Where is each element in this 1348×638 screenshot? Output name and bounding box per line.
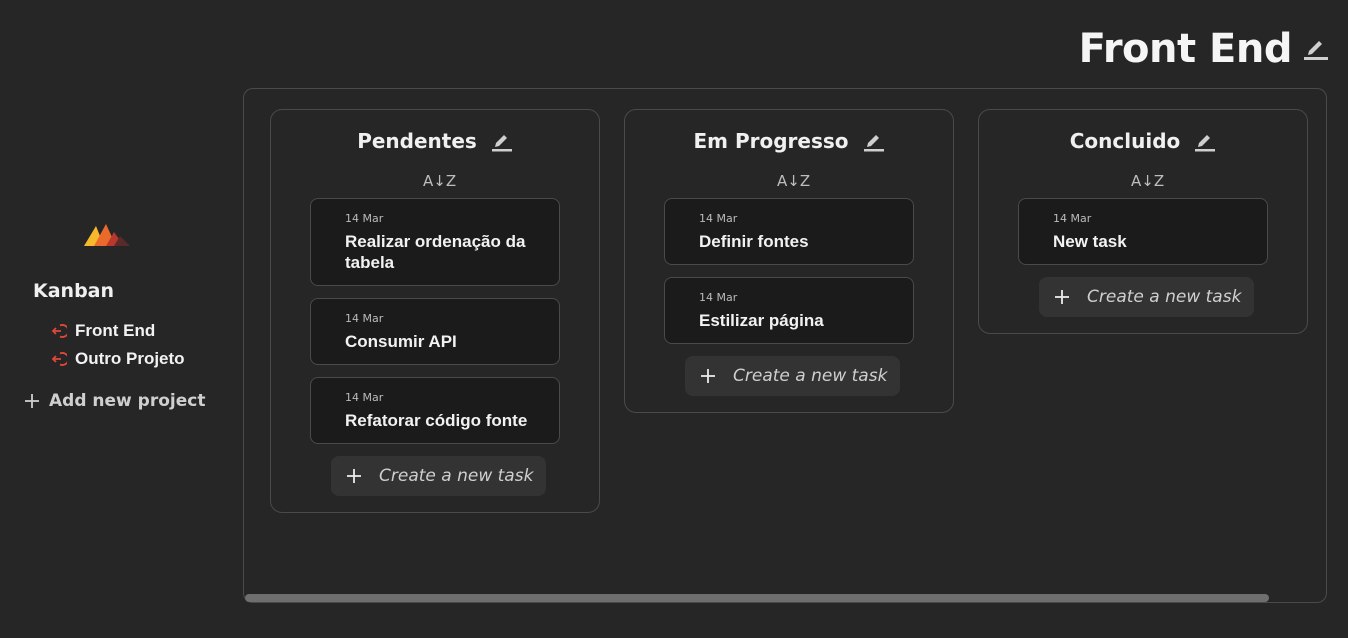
task-title: Refatorar código fonte (345, 411, 528, 430)
sidebar-item-outro-projeto[interactable]: Outro Projeto (50, 345, 185, 373)
task-list: 14 Mar Realizar ordenação da tabela 14 M… (271, 198, 599, 444)
create-task-label: Create a new task (1087, 287, 1242, 307)
column-title: Em Progresso (693, 129, 849, 153)
pencil-icon (491, 135, 512, 152)
sidebar-item-label: Front End (75, 321, 156, 340)
horizontal-scrollbar[interactable] (245, 594, 1269, 602)
create-task-button[interactable]: Create a new task (331, 456, 547, 496)
task-card[interactable]: 14 Mar Refatorar código fonte (310, 377, 560, 444)
plus-icon (23, 392, 41, 410)
task-date: 14 Mar (1053, 212, 1092, 225)
task-card[interactable]: 14 Mar New task (1018, 198, 1268, 265)
edit-column-button[interactable] (1194, 130, 1216, 152)
kanban-board: Pendentes A↓Z 14 Mar Realizar ordenação … (243, 88, 1327, 603)
create-task-label: Create a new task (379, 466, 534, 486)
column-em-progresso: Em Progresso A↓Z 14 Mar Definir fontes 1… (624, 109, 954, 413)
task-title: New task (1053, 232, 1127, 251)
sidebar-item-label: Outro Projeto (75, 349, 185, 368)
column-title: Concluido (1069, 129, 1181, 153)
pencil-icon (1304, 41, 1328, 60)
column-header: Concluido (979, 110, 1307, 172)
task-title: Estilizar página (699, 311, 824, 330)
task-title: Definir fontes (699, 232, 809, 251)
sort-az-icon[interactable]: A↓Z (423, 170, 456, 192)
column-concluido: Concluido A↓Z 14 Mar New task Create a n… (978, 109, 1308, 334)
project-list: Front End Outro Projeto (50, 317, 185, 373)
task-list: 14 Mar Definir fontes 14 Mar Estilizar p… (625, 198, 953, 344)
task-date: 14 Mar (699, 212, 738, 225)
app-title: Kanban (33, 280, 115, 302)
page-title: Front End (1078, 26, 1293, 72)
column-title: Pendentes (357, 129, 477, 153)
sort-az-icon[interactable]: A↓Z (777, 170, 810, 192)
plus-icon (699, 367, 717, 385)
task-date: 14 Mar (345, 391, 384, 404)
edit-column-button[interactable] (863, 130, 885, 152)
plus-icon (345, 467, 363, 485)
pencil-icon (1195, 135, 1216, 152)
edit-column-button[interactable] (491, 130, 513, 152)
task-date: 14 Mar (345, 212, 384, 225)
task-title: Consumir API (345, 332, 457, 351)
column-header: Pendentes (271, 110, 599, 172)
pencil-icon (863, 135, 884, 152)
column-pendentes: Pendentes A↓Z 14 Mar Realizar ordenação … (270, 109, 600, 513)
task-date: 14 Mar (699, 291, 738, 304)
task-title: Realizar ordenação da tabela (345, 232, 526, 272)
sort-az-icon[interactable]: A↓Z (1131, 170, 1164, 192)
add-project-button[interactable]: Add new project (23, 391, 205, 411)
task-card[interactable]: 14 Mar Estilizar página (664, 277, 914, 344)
edit-title-button[interactable] (1303, 35, 1329, 61)
task-date: 14 Mar (345, 312, 384, 325)
task-list: 14 Mar New task (979, 198, 1307, 265)
app-logo (84, 222, 132, 248)
add-project-label: Add new project (49, 391, 206, 411)
plus-icon (1053, 288, 1071, 306)
create-task-button[interactable]: Create a new task (685, 356, 901, 396)
task-card[interactable]: 14 Mar Definir fontes (664, 198, 914, 265)
column-header: Em Progresso (625, 110, 953, 172)
mountain-logo-icon (84, 224, 130, 246)
logout-icon (50, 350, 68, 368)
logout-icon (50, 322, 68, 340)
task-card[interactable]: 14 Mar Realizar ordenação da tabela (310, 198, 560, 286)
create-task-button[interactable]: Create a new task (1039, 277, 1255, 317)
task-card[interactable]: 14 Mar Consumir API (310, 298, 560, 365)
create-task-label: Create a new task (733, 366, 888, 386)
sidebar-item-front-end[interactable]: Front End (50, 317, 185, 345)
